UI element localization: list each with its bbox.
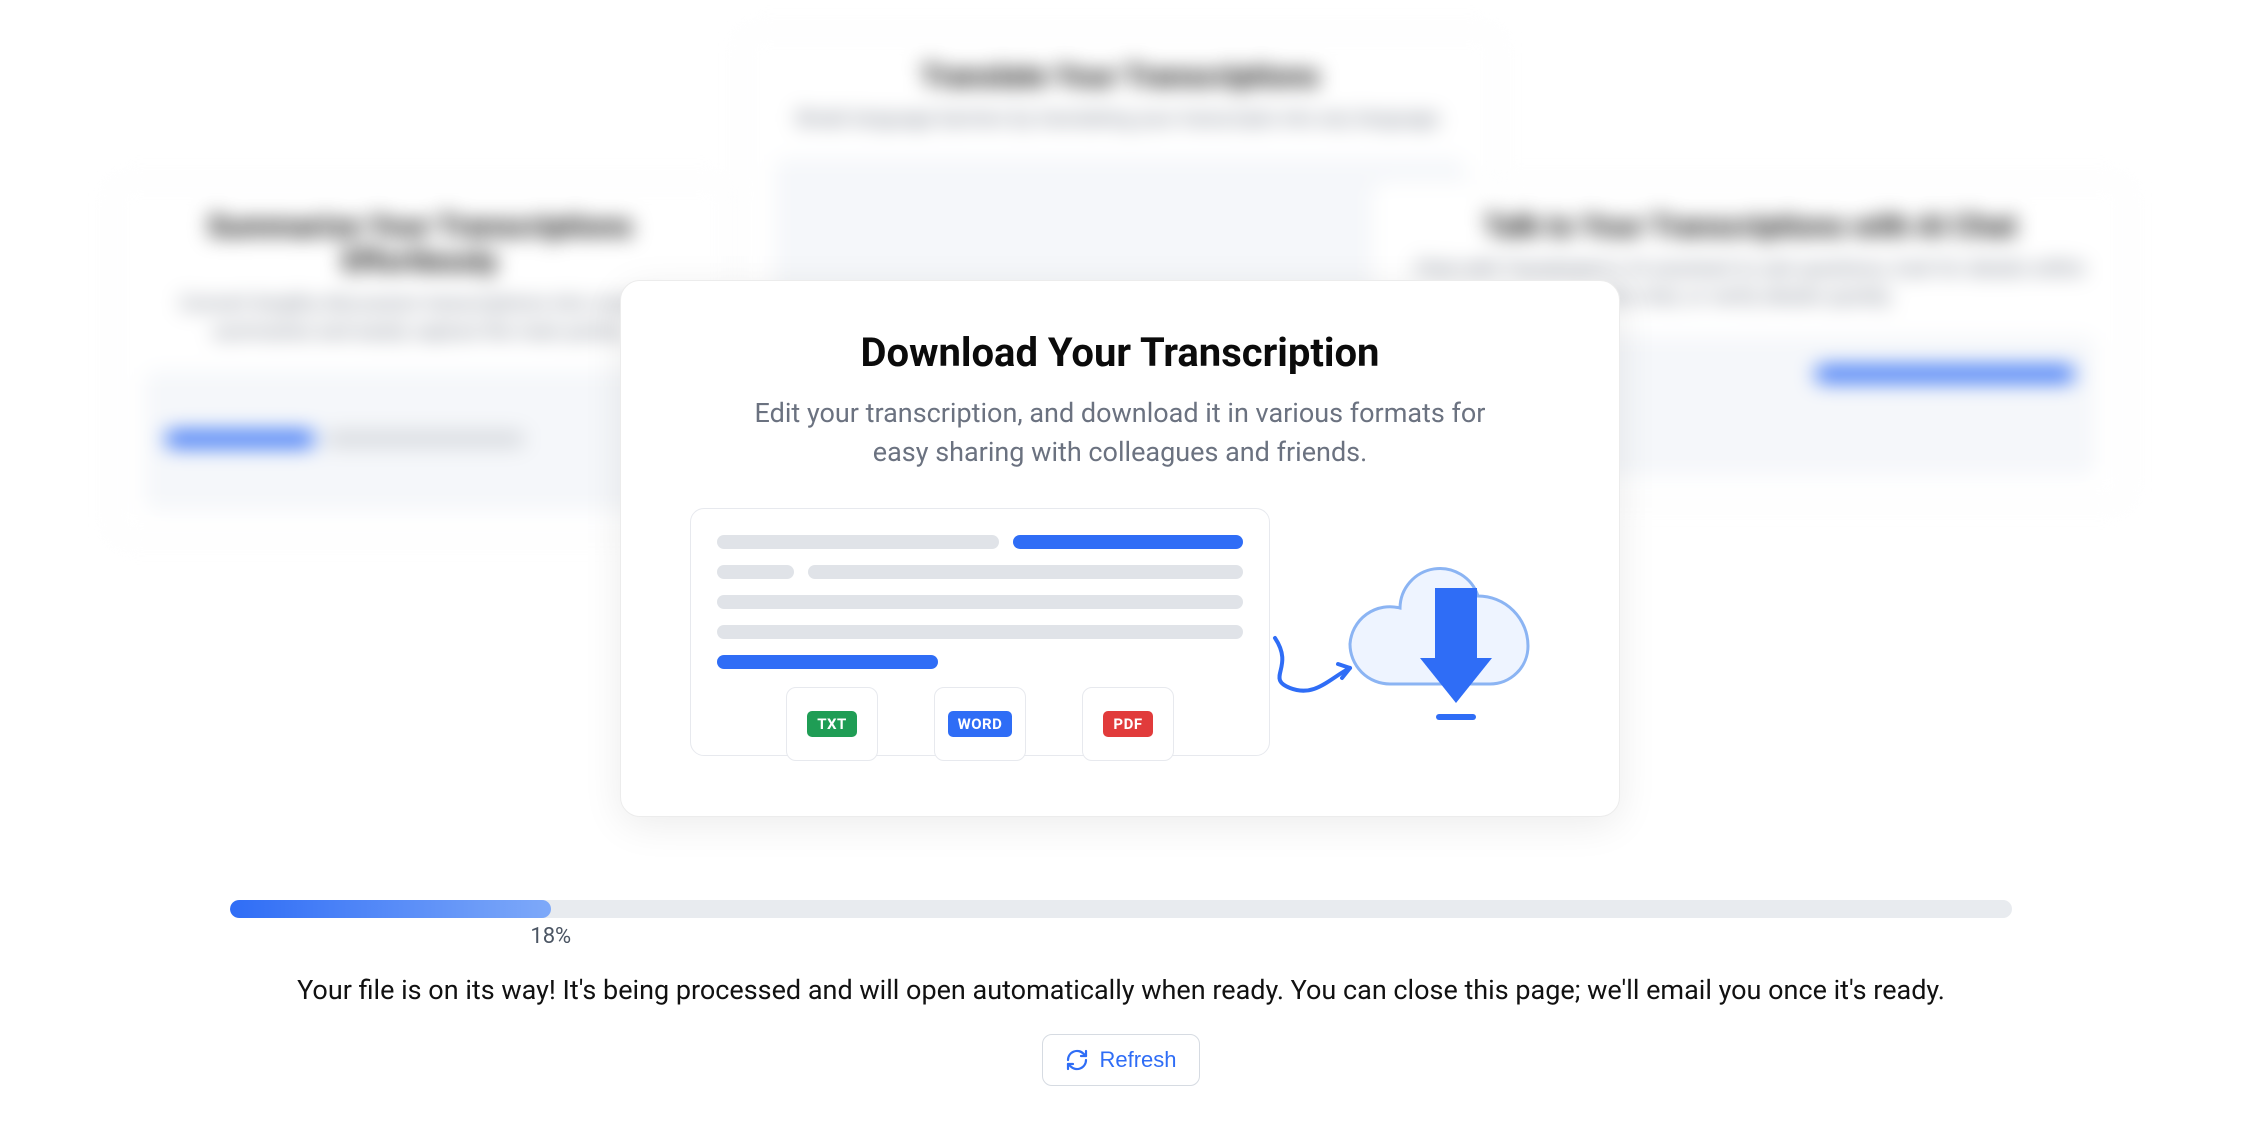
bg-card-desc: Convert lengthy discussion transcription…: [145, 289, 695, 345]
refresh-button-label: Refresh: [1099, 1047, 1176, 1073]
status-message: Your file is on its way! It's being proc…: [230, 974, 2012, 1006]
progress-percent-label: 18%: [530, 924, 571, 949]
format-label: TXT: [807, 711, 857, 737]
bg-card-title: Talk to Your Transcriptions with AI Chat: [1405, 209, 2095, 244]
bg-card-title: Summarize Your Transcriptions Effortless…: [145, 209, 695, 279]
card-title: Download Your Transcription: [681, 329, 1559, 376]
card-illustration: TXT WORD PDF: [681, 508, 1559, 756]
format-label: PDF: [1103, 711, 1152, 737]
card-subtitle: Edit your transcription, and download it…: [725, 394, 1515, 472]
progress-bar-fill: [230, 900, 551, 918]
refresh-icon: [1065, 1048, 1089, 1072]
format-word: WORD: [934, 687, 1026, 761]
format-pdf: PDF: [1082, 687, 1174, 761]
progress-section: 18% Your file is on its way! It's being …: [230, 900, 2012, 1086]
document-preview-illustration: TXT WORD PDF: [690, 508, 1270, 756]
cloud-download-icon: [1340, 508, 1560, 728]
download-card: Download Your Transcription Edit your tr…: [620, 280, 1620, 817]
format-txt: TXT: [786, 687, 878, 761]
progress-bar: [230, 900, 2012, 918]
bg-card-title: Translate Your Transcriptions: [775, 59, 1465, 94]
download-arrow-and-cloud: [1280, 508, 1550, 748]
format-badges: TXT WORD PDF: [691, 687, 1269, 761]
format-label: WORD: [948, 711, 1013, 737]
bg-card-desc: Break language barriers by translating y…: [775, 104, 1465, 132]
refresh-button[interactable]: Refresh: [1042, 1034, 1199, 1086]
